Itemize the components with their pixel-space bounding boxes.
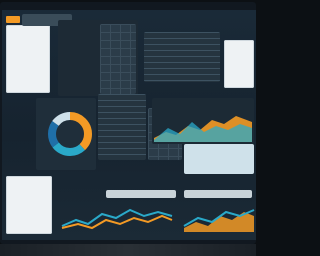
desk-surface [0, 244, 256, 256]
bottom-mid-bar-1 [106, 190, 176, 198]
bottom-left-card[interactable] [6, 176, 52, 234]
bottom-right-chart-icon [183, 209, 255, 232]
top-right-table[interactable] [144, 32, 220, 82]
top-middle-chart[interactable] [100, 24, 136, 94]
line-chart-icon [61, 208, 173, 230]
bottom-mid-bar-2 [184, 190, 252, 198]
top-right-card[interactable] [224, 40, 254, 88]
donut-chart-icon [48, 112, 92, 156]
logo-badge [6, 16, 20, 23]
right-summary-card[interactable] [184, 144, 254, 174]
center-table[interactable] [98, 94, 146, 160]
dashboard-screen [2, 10, 256, 240]
monitor [0, 2, 256, 244]
area-chart-icon [154, 116, 252, 142]
top-left-card[interactable] [6, 25, 50, 93]
